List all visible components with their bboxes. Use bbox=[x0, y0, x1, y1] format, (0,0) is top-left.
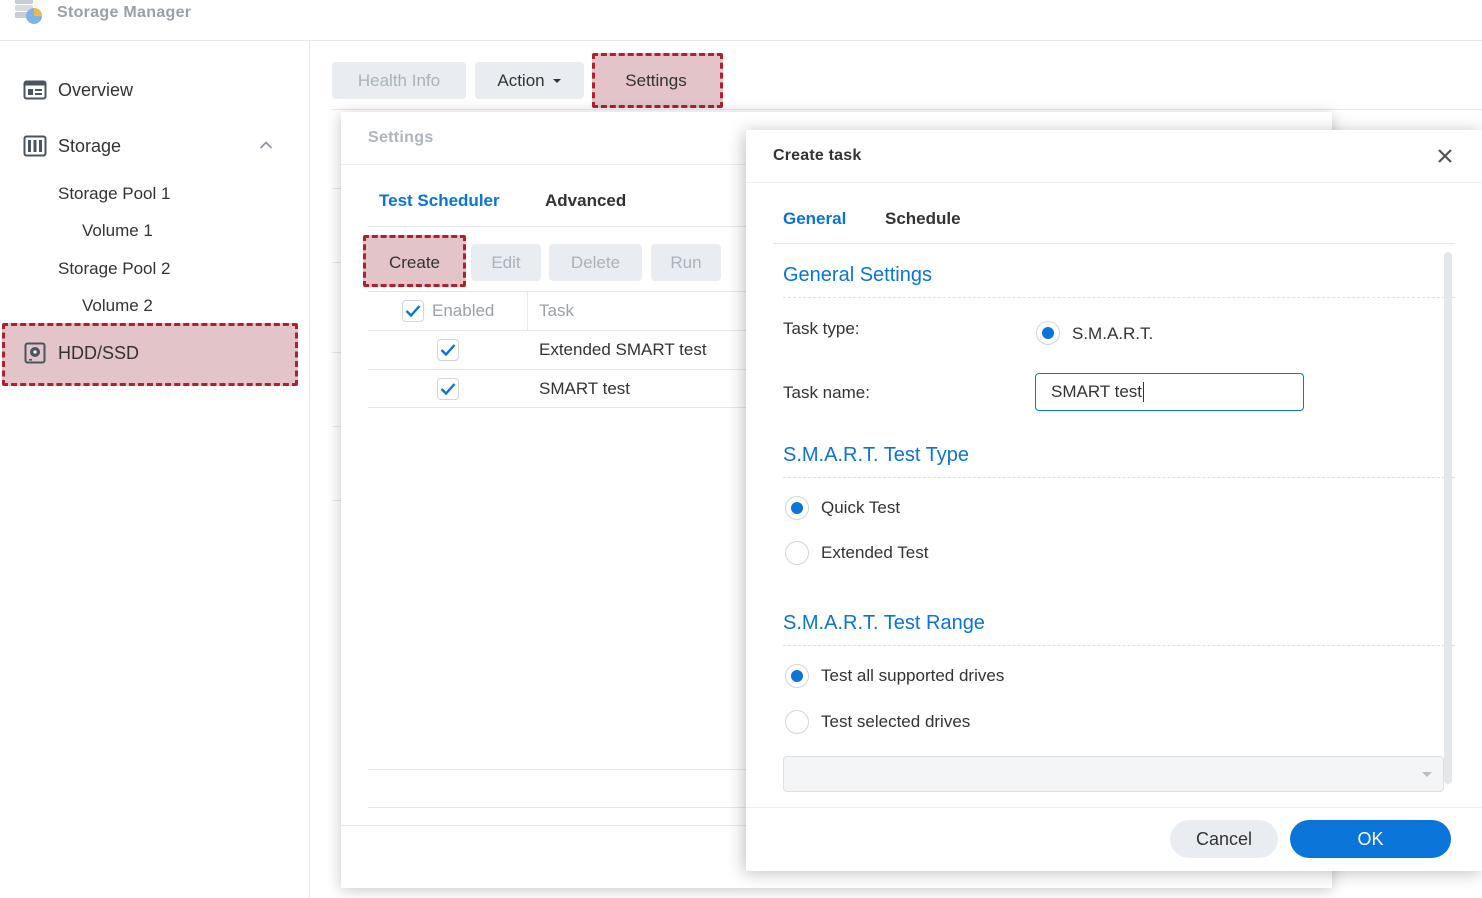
row-enabled-checkbox[interactable] bbox=[437, 339, 459, 361]
storage-icon bbox=[23, 135, 47, 157]
tabs-divider bbox=[368, 226, 748, 227]
task-name-label: Task name: bbox=[783, 383, 870, 402]
create-header-divider bbox=[746, 182, 1482, 183]
create-button[interactable]: Create bbox=[371, 244, 458, 281]
table-header-border bbox=[368, 330, 748, 331]
create-tabs-divider bbox=[773, 243, 1455, 244]
action-label: Action bbox=[497, 70, 545, 90]
column-header-task[interactable]: Task bbox=[539, 301, 574, 321]
task-name-input[interactable]: SMART test bbox=[1035, 373, 1304, 411]
table-bottom-border bbox=[368, 769, 748, 770]
checkmark-icon bbox=[440, 344, 456, 357]
section-divider bbox=[783, 645, 1455, 646]
general-settings-heading: General Settings bbox=[783, 264, 932, 286]
sidebar-item-label: HDD/SSD bbox=[58, 342, 140, 363]
test-all-drives-radio[interactable] bbox=[785, 664, 809, 688]
test-selected-drives-radio[interactable] bbox=[785, 710, 809, 734]
action-dropdown-button[interactable]: Action bbox=[475, 62, 584, 99]
sidebar-item-hdd-ssd[interactable]: HDD/SSD bbox=[0, 333, 300, 373]
caret-down-icon bbox=[552, 78, 561, 83]
scrollbar[interactable] bbox=[1444, 252, 1452, 784]
sidebar-item-overview[interactable]: Overview bbox=[0, 70, 300, 110]
sidebar-item-label: Overview bbox=[58, 79, 134, 100]
overview-icon bbox=[23, 80, 47, 100]
test-type-heading: S.M.A.R.T. Test Type bbox=[783, 444, 969, 466]
create-task-dialog: Create task General Schedule General Set… bbox=[746, 130, 1482, 871]
table-top-border bbox=[368, 291, 748, 292]
storage-manager-app-icon bbox=[15, 0, 42, 24]
test-all-drives-label[interactable]: Test all supported drives bbox=[821, 666, 1004, 686]
quick-test-radio[interactable] bbox=[785, 496, 809, 520]
tab-schedule[interactable]: Schedule bbox=[885, 209, 961, 229]
toolbar-divider bbox=[332, 109, 1482, 110]
text-caret bbox=[1143, 382, 1145, 402]
row-border bbox=[368, 407, 748, 408]
task-type-smart-label[interactable]: S.M.A.R.T. bbox=[1072, 324, 1153, 344]
delete-label: Delete bbox=[570, 252, 621, 272]
cancel-button[interactable]: Cancel bbox=[1170, 820, 1278, 858]
sidebar-item-storage-pool-1[interactable]: Storage Pool 1 bbox=[58, 184, 170, 204]
ok-label: OK bbox=[1357, 828, 1384, 849]
sidebar-item-storage-pool-2[interactable]: Storage Pool 2 bbox=[58, 259, 170, 279]
sidebar-item-volume-1[interactable]: Volume 1 bbox=[82, 221, 153, 241]
chevron-up-icon[interactable] bbox=[259, 140, 273, 150]
sidebar: Overview Storage Storage Pool 1 Volume 1… bbox=[0, 41, 310, 898]
settings-label: Settings bbox=[625, 70, 687, 90]
extended-test-radio[interactable] bbox=[785, 541, 809, 565]
sidebar-item-storage[interactable]: Storage bbox=[0, 126, 300, 166]
chevron-down-icon bbox=[1422, 772, 1432, 777]
title-bar: Storage Manager bbox=[0, 0, 1482, 41]
sidebar-item-volume-2[interactable]: Volume 2 bbox=[82, 296, 153, 316]
edit-button[interactable]: Edit bbox=[471, 244, 541, 281]
health-info-label: Health Info bbox=[357, 70, 441, 90]
task-type-smart-radio[interactable] bbox=[1036, 321, 1060, 345]
task-type-label: Task type: bbox=[783, 319, 860, 338]
run-label: Run bbox=[670, 252, 702, 272]
app-title: Storage Manager bbox=[57, 4, 192, 21]
settings-button[interactable]: Settings bbox=[600, 62, 712, 99]
tab-advanced[interactable]: Advanced bbox=[545, 191, 626, 211]
health-info-button[interactable]: Health Info bbox=[332, 62, 466, 99]
checkmark-icon bbox=[440, 383, 456, 396]
tab-general[interactable]: General bbox=[783, 209, 846, 229]
column-divider bbox=[527, 292, 528, 330]
run-button[interactable]: Run bbox=[651, 244, 721, 281]
task-name-value: SMART test bbox=[1051, 382, 1143, 401]
row-task-name: SMART test bbox=[539, 379, 631, 398]
section-divider bbox=[783, 297, 1455, 298]
test-range-heading: S.M.A.R.T. Test Range bbox=[783, 612, 985, 634]
section-divider bbox=[783, 477, 1455, 478]
select-all-checkbox[interactable] bbox=[402, 300, 424, 322]
sidebar-item-label: Storage bbox=[58, 135, 122, 156]
row-enabled-checkbox[interactable] bbox=[437, 378, 459, 400]
extended-test-label[interactable]: Extended Test bbox=[821, 543, 928, 563]
ok-button[interactable]: OK bbox=[1290, 820, 1451, 858]
pager-border bbox=[368, 807, 748, 808]
hdd-icon bbox=[24, 342, 46, 364]
settings-dialog-title: Settings bbox=[368, 129, 434, 146]
row-border bbox=[368, 369, 748, 370]
create-task-title: Create task bbox=[773, 147, 862, 164]
row-task-name: Extended SMART test bbox=[539, 340, 707, 359]
column-header-enabled[interactable]: Enabled bbox=[432, 301, 494, 321]
cancel-label: Cancel bbox=[1195, 828, 1253, 849]
edit-label: Edit bbox=[491, 252, 521, 272]
close-icon[interactable] bbox=[1437, 148, 1453, 164]
test-selected-drives-label[interactable]: Test selected drives bbox=[821, 712, 970, 732]
create-label: Create bbox=[388, 252, 441, 272]
create-footer-divider bbox=[746, 807, 1482, 808]
delete-button[interactable]: Delete bbox=[549, 244, 642, 281]
checkmark-icon bbox=[405, 305, 421, 318]
drive-select-dropdown[interactable] bbox=[783, 756, 1444, 792]
tab-test-scheduler[interactable]: Test Scheduler bbox=[379, 191, 500, 211]
quick-test-label[interactable]: Quick Test bbox=[821, 498, 900, 518]
